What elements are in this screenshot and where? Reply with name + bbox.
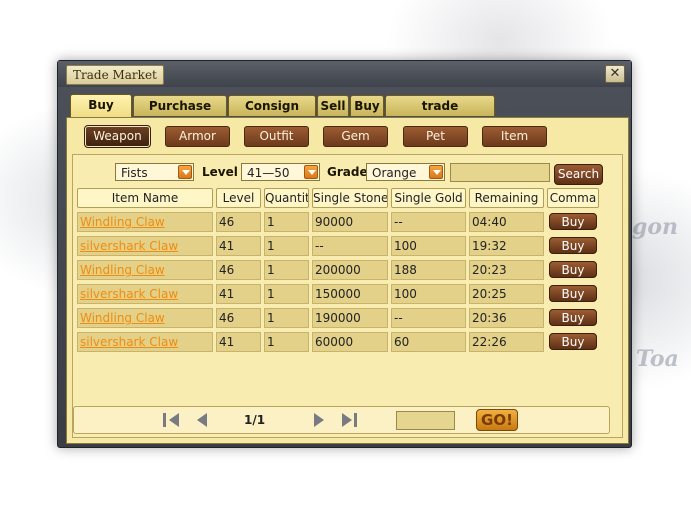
- type-select[interactable]: Fists: [115, 163, 194, 181]
- cell-item-name[interactable]: Windling Claw: [77, 260, 213, 280]
- header-remaining: Remaining: [469, 188, 544, 208]
- category-weapon-button[interactable]: Weapon: [84, 125, 151, 148]
- cell-single-stone: 200000: [312, 260, 388, 280]
- category-pet-button[interactable]: Pet: [403, 126, 468, 147]
- last-page-icon[interactable]: [342, 413, 358, 427]
- cell-single-gold: --: [391, 308, 466, 328]
- buy-button[interactable]: Buy: [549, 309, 597, 326]
- buy-button[interactable]: Buy: [549, 237, 597, 254]
- dropdown-arrow-icon[interactable]: [178, 165, 192, 179]
- tab-trade-warehouse[interactable]: trade warehouse: [385, 95, 495, 133]
- category-gem-button[interactable]: Gem: [323, 126, 388, 147]
- type-select-value: Fists: [121, 166, 148, 180]
- page-jump-input[interactable]: [396, 411, 455, 430]
- grade-select-value: Orange: [372, 166, 417, 180]
- category-outfit-button[interactable]: Outfit: [244, 126, 309, 147]
- search-input[interactable]: [450, 163, 550, 182]
- buy-button[interactable]: Buy: [549, 213, 597, 230]
- tab-purchase-item[interactable]: Purchase Item: [133, 95, 227, 133]
- cell-remaining: 20:25: [469, 284, 544, 304]
- title-bar[interactable]: Trade Market ✕: [58, 61, 631, 87]
- background-text-bottom: Toa: [636, 346, 679, 372]
- level-select-value: 41—50: [247, 166, 290, 180]
- background-text-top: gon: [632, 214, 679, 240]
- cell-quantity: 1: [264, 212, 309, 232]
- cell-level: 41: [216, 284, 261, 304]
- cell-single-stone: 90000: [312, 212, 388, 232]
- pagination-bar: 1/1 GO!: [73, 406, 610, 434]
- header-level: Level: [216, 188, 261, 208]
- cell-remaining: 04:40: [469, 212, 544, 232]
- cell-quantity: 1: [264, 236, 309, 256]
- tab-buy[interactable]: Buy: [350, 95, 384, 116]
- grade-label: Grade: [327, 165, 368, 179]
- dropdown-arrow-icon[interactable]: [304, 165, 318, 179]
- go-button[interactable]: GO!: [476, 409, 518, 431]
- cell-level: 41: [216, 236, 261, 256]
- cell-level: 46: [216, 212, 261, 232]
- cell-item-name[interactable]: Windling Claw: [77, 308, 213, 328]
- cell-single-gold: 188: [391, 260, 466, 280]
- header-single-stone: Single Stone: [312, 188, 388, 208]
- buy-button[interactable]: Buy: [549, 285, 597, 302]
- cell-single-gold: 100: [391, 284, 466, 304]
- tab-sell[interactable]: Sell: [317, 95, 349, 116]
- header-quantity: Quantit: [264, 188, 309, 208]
- listing-area: Fists Level 41—50 Grade Orange Search It…: [72, 154, 623, 438]
- cell-quantity: 1: [264, 284, 309, 304]
- cell-remaining: 22:26: [469, 332, 544, 352]
- trade-market-window: Trade Market ✕ Buy item Purchase Item Co…: [57, 60, 632, 448]
- level-select[interactable]: 41—50: [241, 163, 320, 181]
- cell-quantity: 1: [264, 260, 309, 280]
- cell-single-gold: --: [391, 212, 466, 232]
- close-button[interactable]: ✕: [605, 65, 625, 83]
- window-title: Trade Market: [66, 65, 164, 85]
- cell-single-stone: 60000: [312, 332, 388, 352]
- buy-button[interactable]: Buy: [549, 333, 597, 350]
- page-indicator: 1/1: [244, 413, 266, 427]
- cell-quantity: 1: [264, 308, 309, 328]
- cell-remaining: 20:36: [469, 308, 544, 328]
- cell-item-name[interactable]: Windling Claw: [77, 212, 213, 232]
- tab-buy-item[interactable]: Buy item: [70, 94, 132, 132]
- cell-remaining: 20:23: [469, 260, 544, 280]
- cell-quantity: 1: [264, 332, 309, 352]
- first-page-icon[interactable]: [163, 413, 179, 427]
- cell-single-gold: 100: [391, 236, 466, 256]
- cell-single-gold: 60: [391, 332, 466, 352]
- category-armor-button[interactable]: Armor: [165, 126, 230, 147]
- cell-item-name[interactable]: silvershark Claw: [77, 332, 213, 352]
- header-item-name: Item Name: [77, 188, 213, 208]
- header-command: Comma: [547, 188, 599, 208]
- filter-bar: Fists Level 41—50 Grade Orange Search: [73, 155, 622, 185]
- cell-level: 41: [216, 332, 261, 352]
- cell-single-stone: --: [312, 236, 388, 256]
- cell-remaining: 19:32: [469, 236, 544, 256]
- prev-page-icon[interactable]: [191, 413, 207, 427]
- cell-single-stone: 150000: [312, 284, 388, 304]
- category-item-button[interactable]: Item: [482, 126, 547, 147]
- level-label: Level: [202, 165, 238, 179]
- search-button[interactable]: Search: [554, 164, 603, 185]
- cell-level: 46: [216, 308, 261, 328]
- buy-button[interactable]: Buy: [549, 261, 597, 278]
- cell-level: 46: [216, 260, 261, 280]
- cell-single-stone: 190000: [312, 308, 388, 328]
- grade-select[interactable]: Orange: [366, 163, 445, 181]
- buy-item-panel: Weapon Armor Outfit Gem Pet Item Fists L…: [66, 117, 629, 444]
- dropdown-arrow-icon[interactable]: [429, 165, 443, 179]
- next-page-icon[interactable]: [314, 413, 330, 427]
- header-single-gold: Single Gold: [391, 188, 466, 208]
- cell-item-name[interactable]: silvershark Claw: [77, 284, 213, 304]
- tab-consign-item[interactable]: Consign item: [228, 95, 316, 133]
- cell-item-name[interactable]: silvershark Claw: [77, 236, 213, 256]
